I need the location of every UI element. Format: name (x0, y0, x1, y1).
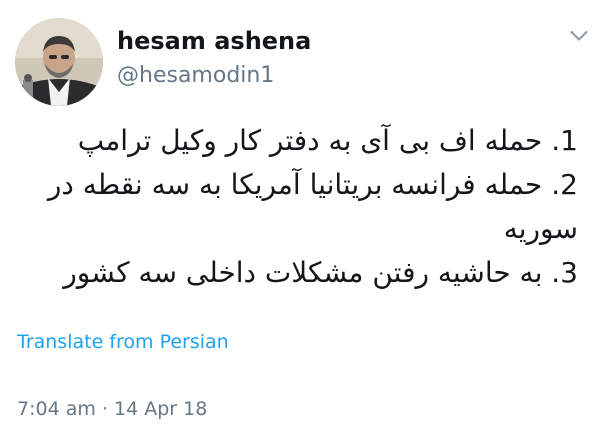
tweet-line-4: 3. به حاشیه رفتن مشکلات داخلی سه کشور (63, 256, 578, 289)
tweet-menu-button[interactable] (570, 30, 588, 42)
author-handle[interactable]: @hesamodin1 (117, 62, 274, 90)
tweet-text: 1. حمله اف بی آی به دفتر کار وکیل ترامپ … (18, 119, 578, 295)
tweet-line-1: 1. حمله اف بی آی به دفتر کار وکیل ترامپ (77, 124, 578, 157)
author-display-name[interactable]: hesam ashena (117, 26, 311, 56)
tweet-line-2: 2. حمله فرانسه بریتانیا آمریکا به سه نقط… (47, 168, 578, 201)
tweet-line-3: سوریه (503, 212, 578, 245)
tweet-card: hesam ashena @hesamodin1 1. حمله اف بی آ… (0, 0, 600, 438)
author-avatar[interactable] (15, 18, 103, 106)
chevron-down-icon (570, 31, 588, 41)
tweet-timestamp[interactable]: 7:04 am · 14 Apr 18 (17, 396, 207, 422)
translate-link[interactable]: Translate from Persian (17, 329, 229, 355)
profile-photo-icon (15, 18, 103, 106)
